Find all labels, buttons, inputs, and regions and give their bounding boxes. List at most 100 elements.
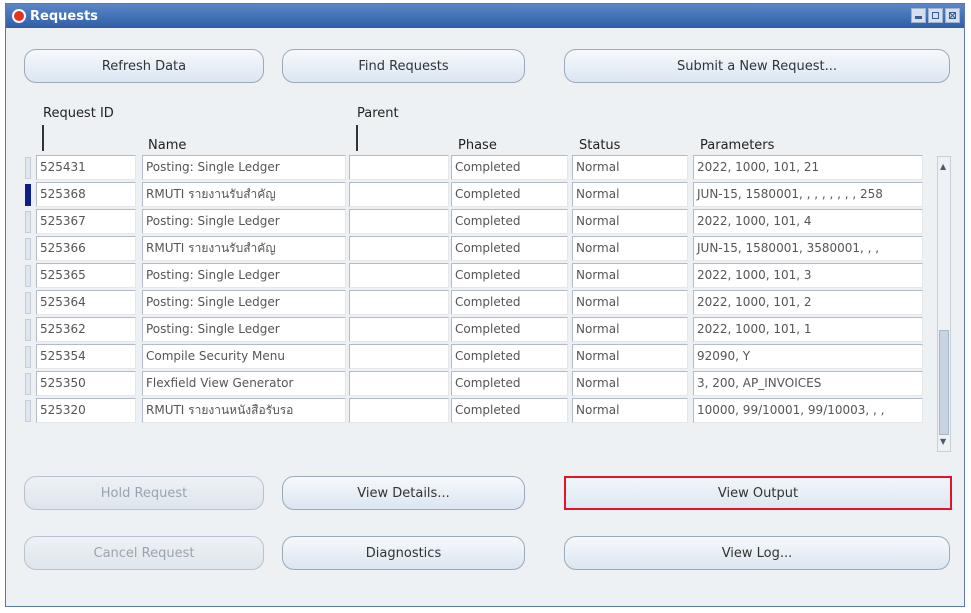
header-status: Status bbox=[579, 138, 621, 153]
minimize-button[interactable] bbox=[911, 8, 926, 23]
row-selector[interactable] bbox=[25, 265, 31, 287]
request-id-cell[interactable]: 525431 bbox=[36, 155, 136, 180]
row-selector[interactable] bbox=[25, 373, 31, 395]
status-cell[interactable]: Normal bbox=[572, 236, 688, 261]
request-id-cell[interactable]: 525350 bbox=[36, 371, 136, 396]
phase-cell[interactable]: Completed bbox=[451, 371, 568, 396]
parent-cell[interactable] bbox=[349, 209, 449, 234]
table-row[interactable]: 525367 Posting: Single Ledger Completed Nor… bbox=[24, 208, 936, 235]
maximize-button[interactable] bbox=[928, 8, 943, 23]
table-row[interactable]: 525320 RMUTI รายงานหนังสือรับรอ Completed N… bbox=[24, 397, 936, 424]
parent-cell[interactable] bbox=[349, 182, 449, 207]
submit-new-request-button[interactable]: Submit a New Request... bbox=[564, 49, 950, 83]
parent-cell[interactable] bbox=[349, 398, 449, 423]
table-row[interactable]: 525365 Posting: Single Ledger Completed Nor… bbox=[24, 262, 936, 289]
name-cell[interactable]: Posting: Single Ledger bbox=[142, 155, 346, 180]
row-selector[interactable] bbox=[25, 346, 31, 368]
status-cell[interactable]: Normal bbox=[572, 182, 688, 207]
status-cell[interactable]: Normal bbox=[572, 398, 688, 423]
status-cell[interactable]: Normal bbox=[572, 263, 688, 288]
view-log-button[interactable]: View Log... bbox=[564, 536, 950, 570]
table-row[interactable]: 525354 Compile Security Menu Completed Norm… bbox=[24, 343, 936, 370]
parameters-cell[interactable]: 10000, 99/10001, 99/10003, , , bbox=[693, 398, 923, 423]
row-selector[interactable] bbox=[25, 211, 31, 233]
phase-cell[interactable]: Completed bbox=[451, 344, 568, 369]
parent-cell[interactable] bbox=[349, 155, 449, 180]
row-selector[interactable] bbox=[25, 292, 31, 314]
request-id-cell[interactable]: 525366 bbox=[36, 236, 136, 261]
minimize-icon bbox=[915, 16, 922, 19]
close-button[interactable] bbox=[945, 8, 960, 23]
parameters-cell[interactable]: 2022, 1000, 101, 3 bbox=[693, 263, 923, 288]
parameters-cell[interactable]: 92090, Y bbox=[693, 344, 923, 369]
parent-cell[interactable] bbox=[349, 317, 449, 342]
request-id-cell[interactable]: 525365 bbox=[36, 263, 136, 288]
parameters-cell[interactable]: 2022, 1000, 101, 21 bbox=[693, 155, 923, 180]
name-cell[interactable]: RMUTI รายงานรับสำคัญ bbox=[142, 182, 346, 207]
parent-cell[interactable] bbox=[349, 371, 449, 396]
parent-cell[interactable] bbox=[349, 344, 449, 369]
header-request-id: Request ID bbox=[43, 106, 114, 121]
phase-cell[interactable]: Completed bbox=[451, 317, 568, 342]
parent-cell[interactable] bbox=[349, 290, 449, 315]
name-cell[interactable]: RMUTI รายงานหนังสือรับรอ bbox=[142, 398, 346, 423]
phase-cell[interactable]: Completed bbox=[451, 236, 568, 261]
status-cell[interactable]: Normal bbox=[572, 344, 688, 369]
name-cell[interactable]: Compile Security Menu bbox=[142, 344, 346, 369]
row-selector[interactable] bbox=[25, 238, 31, 260]
row-selector[interactable] bbox=[25, 184, 31, 206]
request-id-cell[interactable]: 525362 bbox=[36, 317, 136, 342]
refresh-data-button[interactable]: Refresh Data bbox=[24, 49, 264, 83]
view-details-button[interactable]: View Details... bbox=[282, 476, 525, 510]
table-row[interactable]: 525362 Posting: Single Ledger Completed Nor… bbox=[24, 316, 936, 343]
view-output-button[interactable]: View Output bbox=[564, 476, 952, 510]
name-cell[interactable]: Flexfield View Generator bbox=[142, 371, 346, 396]
table-row[interactable]: 525368 RMUTI รายงานรับสำคัญ Completed Norma… bbox=[24, 181, 936, 208]
name-cell[interactable]: RMUTI รายงานรับสำคัญ bbox=[142, 236, 346, 261]
status-cell[interactable]: Normal bbox=[572, 209, 688, 234]
cancel-request-button[interactable]: Cancel Request bbox=[24, 536, 264, 570]
scroll-thumb[interactable] bbox=[939, 330, 949, 435]
request-id-cell[interactable]: 525364 bbox=[36, 290, 136, 315]
parameters-cell[interactable]: 2022, 1000, 101, 4 bbox=[693, 209, 923, 234]
parameters-cell[interactable]: JUN-15, 1580001, 3580001, , , bbox=[693, 236, 923, 261]
table-row[interactable]: 525431 Posting: Single Ledger Completed Nor… bbox=[24, 154, 936, 181]
phase-cell[interactable]: Completed bbox=[451, 182, 568, 207]
table-row[interactable]: 525364 Posting: Single Ledger Completed Nor… bbox=[24, 289, 936, 316]
find-requests-button[interactable]: Find Requests bbox=[282, 49, 525, 83]
row-selector[interactable] bbox=[25, 319, 31, 341]
parameters-cell[interactable]: JUN-15, 1580001, , , , , , , , 258 bbox=[693, 182, 923, 207]
name-cell[interactable]: Posting: Single Ledger bbox=[142, 290, 346, 315]
phase-cell[interactable]: Completed bbox=[451, 290, 568, 315]
maximize-icon bbox=[932, 12, 939, 19]
phase-cell[interactable]: Completed bbox=[451, 209, 568, 234]
status-cell[interactable]: Normal bbox=[572, 317, 688, 342]
phase-cell[interactable]: Completed bbox=[451, 398, 568, 423]
parent-cell[interactable] bbox=[349, 263, 449, 288]
parameters-cell[interactable]: 3, 200, AP_INVOICES bbox=[693, 371, 923, 396]
table-row[interactable]: 525366 RMUTI รายงานรับสำคัญ Completed Norma… bbox=[24, 235, 936, 262]
table-scrollbar[interactable]: ▲ ▼ bbox=[937, 156, 951, 452]
parent-cell[interactable] bbox=[349, 236, 449, 261]
scroll-down-icon[interactable]: ▼ bbox=[940, 438, 948, 446]
row-selector[interactable] bbox=[25, 400, 31, 422]
hold-request-button[interactable]: Hold Request bbox=[24, 476, 264, 510]
table-row[interactable]: 525350 Flexfield View Generator Completed N… bbox=[24, 370, 936, 397]
name-cell[interactable]: Posting: Single Ledger bbox=[142, 209, 346, 234]
name-cell[interactable]: Posting: Single Ledger bbox=[142, 317, 346, 342]
parameters-cell[interactable]: 2022, 1000, 101, 2 bbox=[693, 290, 923, 315]
phase-cell[interactable]: Completed bbox=[451, 155, 568, 180]
status-cell[interactable]: Normal bbox=[572, 155, 688, 180]
name-cell[interactable]: Posting: Single Ledger bbox=[142, 263, 346, 288]
request-id-cell[interactable]: 525320 bbox=[36, 398, 136, 423]
diagnostics-button[interactable]: Diagnostics bbox=[282, 536, 525, 570]
request-id-cell[interactable]: 525367 bbox=[36, 209, 136, 234]
scroll-up-icon[interactable]: ▲ bbox=[940, 163, 948, 171]
status-cell[interactable]: Normal bbox=[572, 290, 688, 315]
parameters-cell[interactable]: 2022, 1000, 101, 1 bbox=[693, 317, 923, 342]
row-selector[interactable] bbox=[25, 157, 31, 179]
status-cell[interactable]: Normal bbox=[572, 371, 688, 396]
phase-cell[interactable]: Completed bbox=[451, 263, 568, 288]
request-id-cell[interactable]: 525354 bbox=[36, 344, 136, 369]
request-id-cell[interactable]: 525368 bbox=[36, 182, 136, 207]
